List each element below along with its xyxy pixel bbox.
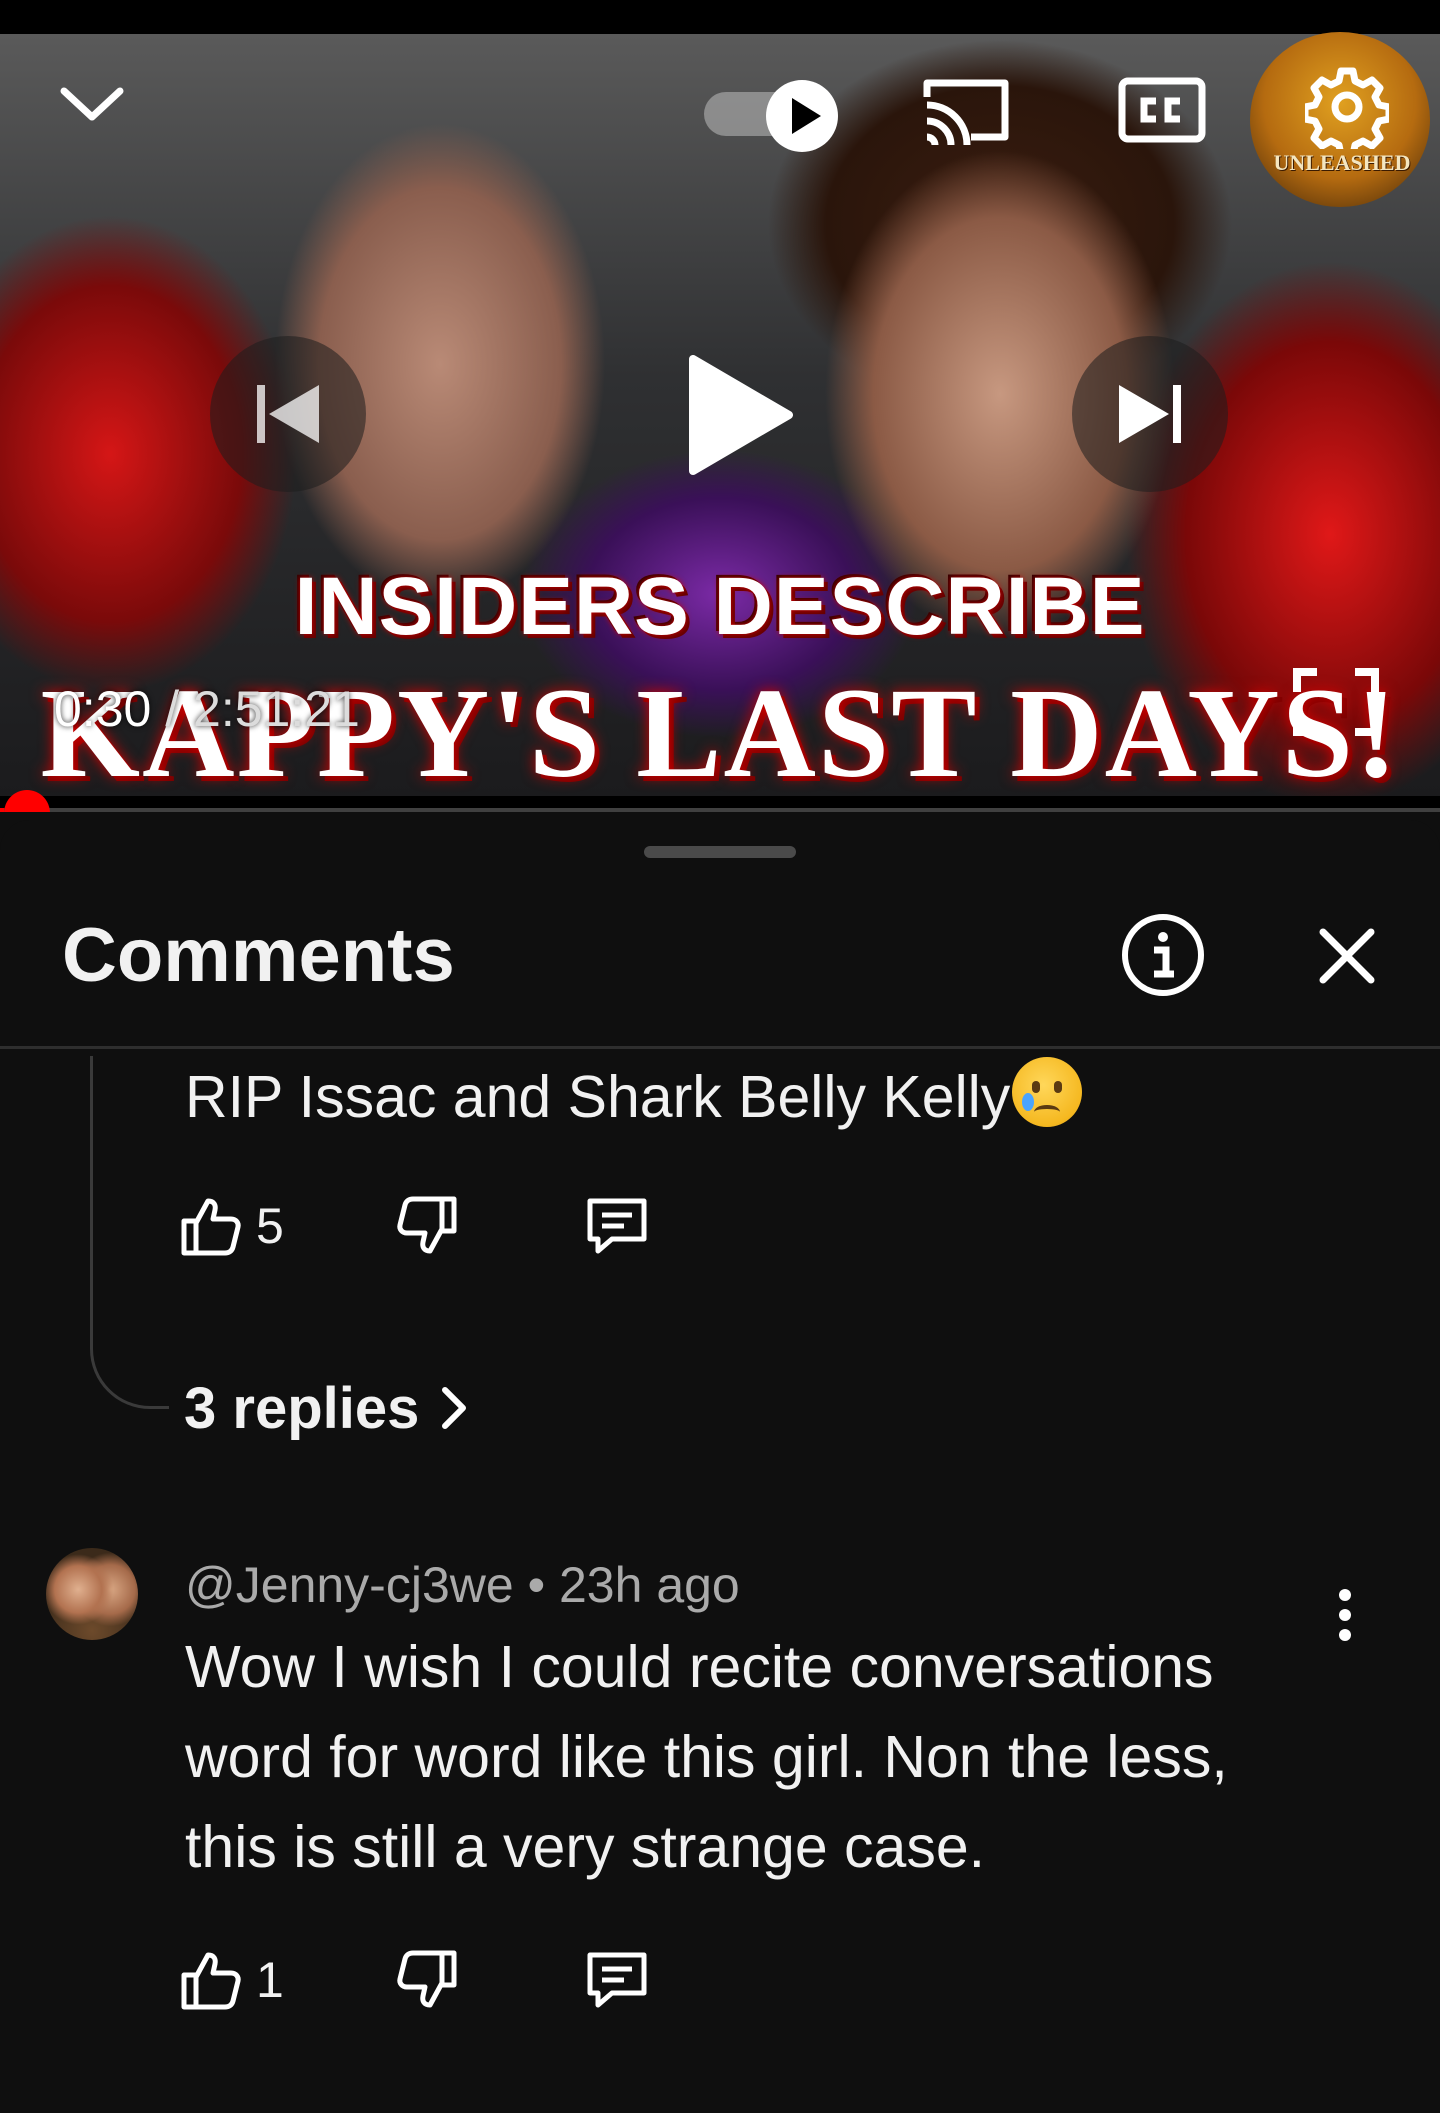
play-icon [689,355,793,475]
meta-separator: • [527,1557,546,1613]
header-divider [0,1046,1440,1049]
chevron-right-icon [442,1387,467,1429]
info-button[interactable] [1118,910,1208,1000]
replies-count-label: 3 replies [184,1375,420,1441]
info-icon [1122,914,1204,996]
dislike-button[interactable] [396,1940,458,2020]
comment-meta: @Jenny-cj3we • 23h ago [185,1556,740,1614]
close-button[interactable] [1304,916,1390,996]
time-display: 0:30 / 2:51:21 [54,680,360,738]
collapse-player-button[interactable] [52,70,132,140]
reply-button[interactable] [584,1186,650,1266]
reply-comment-icon [587,1952,647,2008]
reply-button[interactable] [584,1940,650,2020]
reply-comment-icon [587,1198,647,1254]
cast-icon [923,79,1009,145]
progress-bar[interactable] [0,808,1440,812]
comment-body: RIP Issac and Shark Belly Kelly [185,1064,1011,1130]
crying-face-emoji-icon [1012,1057,1083,1127]
comment-text: RIP Issac and Shark Belly Kelly [185,1052,1385,1142]
reply-thread-line [90,1056,169,1409]
fullscreen-button[interactable] [1290,664,1382,740]
play-button[interactable] [640,320,830,510]
captions-button[interactable] [1114,70,1210,150]
like-button[interactable]: 1 [180,1940,284,2020]
cc-icon [1118,77,1206,143]
skip-next-icon [1119,385,1181,443]
current-time: 0:30 [54,681,152,737]
view-replies-link[interactable]: 3 replies [184,1368,469,1448]
comment-author[interactable]: @Jenny-cj3we [185,1557,514,1613]
cast-button[interactable] [916,70,1016,150]
autoplay-toggle[interactable] [704,78,844,152]
comment-line: word for word like this girl. Non the le… [185,1724,1228,1790]
avatar[interactable] [46,1548,138,1640]
comments-panel: Comments RIP Issac and Shark Belly Kelly… [0,820,1440,2113]
panel-drag-handle[interactable] [644,846,796,858]
next-video-button[interactable] [1072,336,1228,492]
gear-icon [1305,67,1389,149]
like-button[interactable]: 5 [180,1186,284,1266]
previous-video-button[interactable] [210,336,366,492]
time-separator: / [151,681,194,737]
panel-title: Comments [62,913,455,998]
comment-body: Wow I wish I could recite conversations … [185,1622,1385,1892]
comment-line: this is still a very strange case. [185,1814,986,1880]
like-count: 1 [256,1952,284,2008]
thumbs-up-icon [181,1198,241,1256]
dislike-button[interactable] [396,1186,458,1266]
thumbnail-headline: INSIDERS DESCRIBE [294,561,1146,652]
video-player[interactable]: UNLEASHED INSIDERS DESCRIBE KAPPY'S LAST… [0,0,1440,812]
like-count: 5 [256,1198,284,1254]
comment-line: Wow I wish I could recite conversations [185,1634,1214,1700]
autoplay-toggle-icon [766,80,838,152]
thumbs-down-icon [397,1950,457,2008]
fullscreen-icon [1293,668,1379,736]
total-duration: 2:51:21 [193,681,360,737]
settings-button[interactable] [1300,60,1394,154]
skip-previous-icon [257,385,319,443]
chevron-down-icon [60,87,124,121]
thumbs-up-icon [181,1952,241,2010]
comment-timestamp: 23h ago [559,1557,740,1613]
close-icon [1319,928,1375,984]
thumbs-down-icon [397,1196,457,1254]
